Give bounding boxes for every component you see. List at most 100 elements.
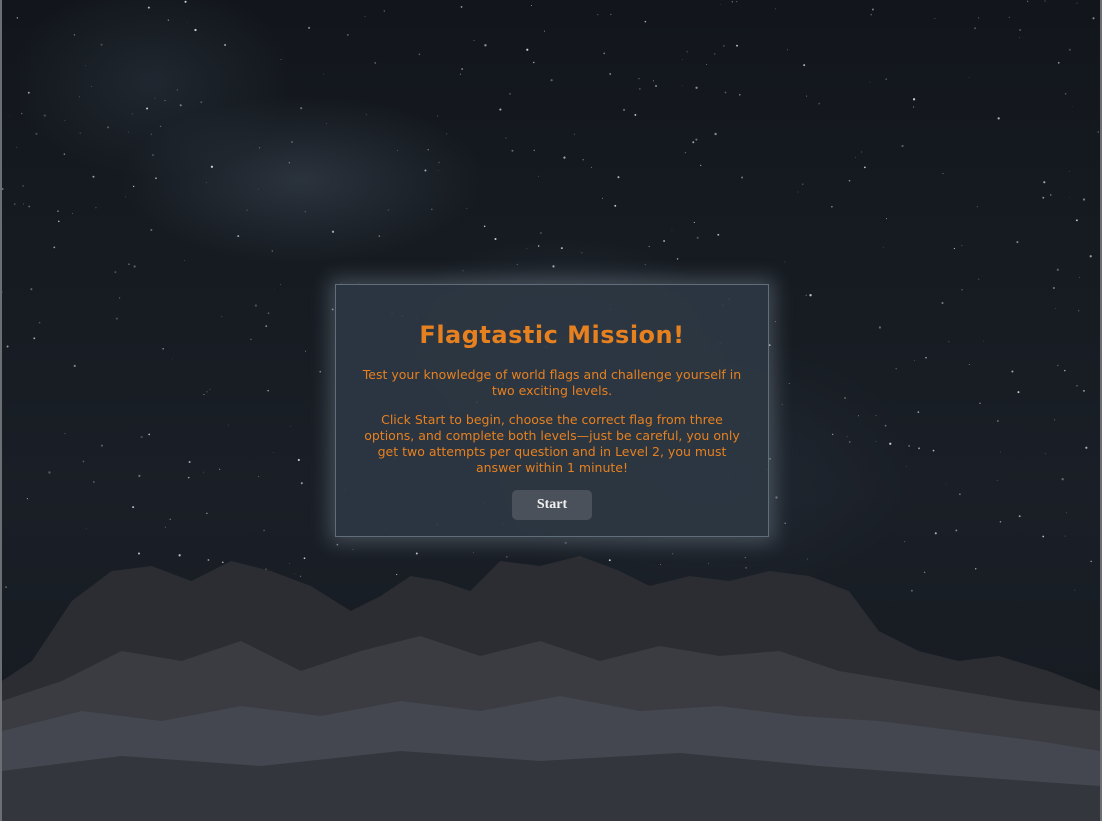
star: [53, 246, 56, 249]
star: [736, 44, 738, 47]
star: [644, 20, 647, 23]
star: [948, 341, 950, 343]
star: [206, 391, 208, 393]
star: [107, 126, 110, 129]
star: [543, 30, 545, 32]
star: [71, 212, 73, 214]
star: [908, 445, 910, 447]
star: [1042, 535, 1045, 538]
star: [16, 17, 19, 19]
star: [803, 64, 806, 67]
star: [43, 114, 46, 117]
star: [424, 169, 427, 172]
star: [769, 458, 771, 460]
star: [634, 113, 637, 116]
star: [609, 73, 612, 75]
star: [150, 228, 153, 232]
star: [64, 432, 66, 434]
star: [183, 259, 185, 261]
star: [912, 98, 916, 101]
star: [159, 125, 162, 128]
star: [917, 411, 920, 413]
game-screen: Flagtastic Mission! Test your knowledge …: [0, 0, 1102, 821]
star: [901, 144, 904, 148]
star: [323, 73, 325, 75]
star: [597, 14, 599, 16]
star: [383, 10, 385, 12]
star: [648, 245, 650, 248]
star: [206, 512, 208, 515]
star: [818, 102, 821, 105]
star: [431, 208, 433, 210]
star: [461, 68, 463, 70]
star: [1069, 170, 1071, 172]
star: [997, 117, 1000, 120]
star: [365, 114, 367, 116]
star: [331, 308, 334, 311]
star: [953, 247, 956, 250]
star: [210, 165, 214, 168]
star: [886, 218, 887, 220]
star: [499, 108, 502, 111]
star: [802, 183, 804, 185]
star: [639, 88, 641, 90]
star: [934, 532, 937, 535]
star: [150, 133, 153, 136]
star: [127, 131, 129, 133]
star: [438, 170, 439, 171]
star: [297, 458, 300, 462]
star: [258, 147, 261, 149]
star: [713, 53, 716, 55]
star: [581, 252, 583, 254]
star: [304, 211, 306, 213]
star: [397, 149, 399, 151]
star: [875, 441, 877, 442]
star: [1069, 196, 1070, 198]
star: [540, 232, 542, 234]
star: [846, 436, 848, 438]
star: [999, 451, 1001, 453]
start-button[interactable]: Start: [512, 490, 592, 520]
star: [378, 235, 381, 237]
star: [128, 263, 130, 265]
star: [176, 89, 178, 91]
star: [805, 294, 807, 296]
star: [1083, 390, 1085, 392]
star: [374, 61, 377, 64]
star: [140, 436, 143, 439]
star: [979, 402, 981, 404]
intro-text: Test your knowledge of world flags and c…: [362, 367, 742, 398]
star: [154, 97, 156, 99]
star: [1018, 515, 1021, 518]
star: [288, 162, 290, 164]
star: [1068, 48, 1071, 51]
star: [686, 51, 688, 53]
star: [913, 360, 915, 361]
star: [2, 291, 3, 294]
star: [445, 133, 448, 135]
star: [200, 101, 203, 104]
star: [30, 288, 33, 291]
star: [1056, 268, 1060, 271]
star: [164, 526, 166, 528]
star: [533, 61, 535, 64]
star: [132, 185, 135, 188]
star: [459, 73, 461, 75]
star: [871, 8, 874, 11]
star: [308, 26, 311, 29]
star: [27, 91, 30, 94]
star: [978, 278, 980, 280]
star: [775, 8, 777, 10]
star: [996, 480, 998, 481]
star: [280, 284, 281, 285]
star: [20, 112, 23, 115]
star: [526, 248, 528, 250]
star: [739, 94, 741, 96]
star: [1078, 310, 1080, 312]
star: [968, 364, 970, 366]
star: [33, 337, 36, 340]
star: [978, 17, 980, 19]
star: [863, 166, 866, 169]
star: [118, 297, 121, 299]
star: [63, 153, 66, 155]
